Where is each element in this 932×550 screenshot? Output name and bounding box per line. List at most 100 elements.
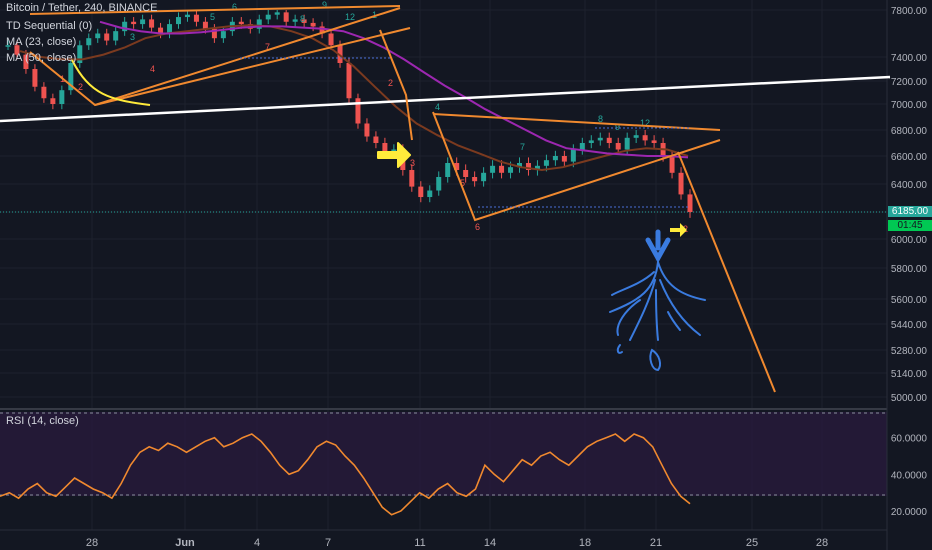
candle-body (597, 137, 603, 141)
price-axis-tick: 6600.00 (891, 152, 928, 163)
candle-body (50, 98, 56, 104)
time-axis-tick: 28 (816, 537, 828, 549)
candle-body (310, 22, 316, 27)
countdown-tag: 01:45 (888, 220, 932, 231)
legend-rsi[interactable]: RSI (14, close) (6, 415, 79, 427)
candle-body (104, 33, 110, 41)
candle-body (265, 14, 271, 20)
candle-body (41, 86, 47, 99)
td-sequential-label: 6 (475, 222, 480, 232)
legend-ma23[interactable]: MA (23, close) (6, 36, 76, 48)
time-axis-tick: 21 (650, 537, 662, 549)
candle-body (274, 12, 280, 15)
td-sequential-label: 7 (520, 142, 525, 152)
candle-body (283, 12, 289, 22)
candle-body (193, 14, 199, 22)
candle-body (292, 19, 298, 22)
candle-body (140, 19, 146, 25)
candle-body (508, 167, 514, 173)
candle-body (570, 149, 576, 162)
price-axis-tick: 6000.00 (891, 235, 928, 246)
price-axis-tick: 7000.00 (891, 100, 928, 111)
td-sequential-label: 3 (130, 32, 135, 42)
candle-body (328, 33, 334, 46)
candle-body (543, 160, 549, 166)
candle-body (499, 165, 505, 173)
candle-body (238, 21, 244, 25)
time-axis-tick: 28 (86, 537, 98, 549)
price-axis-tick: 5440.00 (891, 320, 928, 331)
price-axis-tick: 5800.00 (891, 264, 928, 275)
candle-body (418, 186, 424, 198)
candle-body (669, 156, 675, 173)
price-axis-tick: 6400.00 (891, 180, 928, 191)
candle-body (588, 140, 594, 143)
candle-body (615, 143, 621, 150)
last-price-tag: 6185.00 (888, 206, 932, 217)
td-sequential-label: 1 (678, 177, 683, 187)
candle-body (32, 69, 38, 87)
candle-body (176, 17, 181, 25)
time-axis-tick: 14 (484, 537, 496, 549)
legend-td-sequential[interactable]: TD Sequential (0) (6, 20, 92, 32)
candle-body (436, 177, 442, 191)
candle-body (445, 163, 451, 177)
price-axis-tick: 7400.00 (891, 53, 928, 64)
candle-body (346, 63, 352, 99)
price-axis-tick: 7200.00 (891, 77, 928, 88)
candle-body (59, 90, 65, 104)
rsi-axis-tick: 40.0000 (891, 470, 928, 481)
candle-body (86, 38, 92, 46)
legend-symbol[interactable]: Bitcoin / Tether, 240, BINANCE (6, 2, 157, 14)
time-axis-tick: 25 (746, 537, 758, 549)
time-axis-tick: 7 (325, 537, 331, 549)
td-sequential-label: 4 (150, 64, 155, 74)
candle-body (481, 172, 487, 182)
candle-body (624, 137, 630, 150)
rsi-axis-tick: 60.0000 (891, 434, 928, 445)
candle-body (472, 177, 478, 182)
candle-body (552, 156, 558, 161)
candle-body (202, 21, 208, 29)
price-axis-tick: 5280.00 (891, 346, 928, 357)
candle-body (95, 33, 101, 39)
candle-body (184, 14, 190, 18)
candle-body (131, 21, 137, 25)
candle-body (633, 135, 639, 138)
legend-ma50[interactable]: MA (50, close) (6, 52, 76, 64)
candle-body (149, 19, 155, 28)
candle-body (651, 140, 657, 143)
td-sequential-label: 8 (300, 14, 305, 24)
chart-canvas[interactable]: 123456789121234567891212 (0, 0, 932, 550)
candle-body (561, 156, 567, 162)
td-sequential-label: 12 (345, 12, 355, 22)
candle-body (606, 137, 612, 143)
time-axis-tick: 4 (254, 537, 260, 549)
candle-body (463, 170, 469, 177)
rsi-band (0, 412, 887, 496)
price-axis-tick: 5600.00 (891, 295, 928, 306)
candle-body (220, 31, 226, 39)
candle-body (113, 31, 119, 41)
price-axis-tick: 5140.00 (891, 369, 928, 380)
td-sequential-label: 4 (435, 102, 440, 112)
candle-body (642, 135, 648, 141)
td-sequential-label: 3 (410, 158, 415, 168)
candle-body (579, 143, 585, 150)
candle-body (373, 136, 379, 143)
td-sequential-label: 2 (388, 78, 393, 88)
candle-body (687, 194, 693, 212)
candle-body (490, 165, 496, 173)
price-axis-tick: 6800.00 (891, 126, 928, 137)
td-sequential-label: 5 (210, 12, 215, 22)
candle-body (409, 170, 415, 187)
candle-body (122, 21, 128, 32)
rsi-axis-tick: 20.0000 (891, 507, 928, 518)
candle-body (364, 123, 370, 137)
candle-body (427, 190, 433, 198)
time-axis-tick: Jun (175, 537, 195, 549)
time-axis-tick: 11 (414, 537, 425, 549)
time-axis-tick: 18 (579, 537, 591, 549)
price-axis-tick: 7800.00 (891, 6, 928, 17)
price-axis-tick: 5000.00 (891, 393, 928, 404)
